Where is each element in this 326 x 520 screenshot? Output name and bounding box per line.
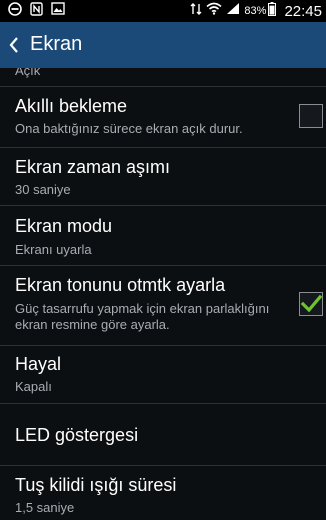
do-not-disturb-icon [8, 1, 22, 21]
list-item-title: Ekran modu [15, 216, 113, 236]
nfc-icon [30, 1, 43, 21]
list-item-screen-mode[interactable]: Ekran modu Ekranı uyarla [0, 206, 326, 266]
list-item-touch-key-light-duration[interactable]: Tuş kilidi ışığı süresi 1,5 saniye [0, 466, 326, 520]
list-item-brightness-partial[interactable]: Açık [0, 68, 326, 87]
status-clock: 22:45 [284, 2, 322, 20]
list-item-title: Ekran zaman aşımı [15, 157, 171, 177]
status-bar-notifications [8, 0, 73, 22]
list-item-summary: Açık [15, 68, 41, 78]
wifi-icon [206, 2, 222, 20]
list-item-summary: 30 saniye [15, 182, 71, 197]
list-item-summary: Ekranı uyarla [15, 242, 92, 257]
list-item-led-indicator[interactable]: LED göstergesi [0, 404, 326, 466]
list-item-smart-stay[interactable]: Akıllı bekleme Ona baktığınız sürece ekr… [0, 87, 326, 148]
image-icon [51, 2, 65, 20]
list-item-auto-adjust-tone[interactable]: Ekran tonunu otmtk ayarla Güç tasarrufu … [0, 266, 326, 346]
list-item-title: Akıllı bekleme [15, 96, 128, 116]
display-settings-screen: 83% 22:45 Ekran Açık Akıllı bekleme Ona … [0, 0, 326, 520]
settings-list[interactable]: Açık Akıllı bekleme Ona baktığınız sürec… [0, 68, 326, 520]
battery-percentage: 83% [244, 5, 267, 17]
list-item-summary: Ona baktığınız sürece ekran açık durur. [15, 121, 243, 136]
list-item-title: LED göstergesi [15, 425, 139, 445]
battery-icon [268, 1, 277, 21]
checkmark-icon [300, 294, 322, 313]
list-item-daydream[interactable]: Hayal Kapalı [0, 346, 326, 404]
list-item-summary: Kapalı [15, 379, 52, 394]
page-title[interactable]: Ekran [30, 33, 82, 56]
auto-adjust-tone-checkbox[interactable] [299, 292, 323, 316]
status-bar: 83% 22:45 [0, 0, 326, 22]
list-item-summary: Güç tasarrufu yapmak için ekran parlaklı… [15, 301, 270, 332]
list-item-title: Ekran tonunu otmtk ayarla [15, 275, 226, 295]
signal-icon [226, 2, 240, 20]
list-item-title: Hayal [15, 354, 62, 374]
list-item-summary: 1,5 saniye [15, 500, 75, 515]
back-chevron-icon[interactable] [8, 36, 20, 54]
list-item-title: Tuş kilidi ışığı süresi [15, 475, 177, 495]
action-bar: Ekran [0, 22, 326, 68]
smart-stay-checkbox[interactable] [299, 104, 323, 128]
list-item-screen-timeout[interactable]: Ekran zaman aşımı 30 saniye [0, 148, 326, 206]
status-bar-system: 83% 22:45 [190, 0, 322, 22]
sync-icon [190, 2, 202, 21]
